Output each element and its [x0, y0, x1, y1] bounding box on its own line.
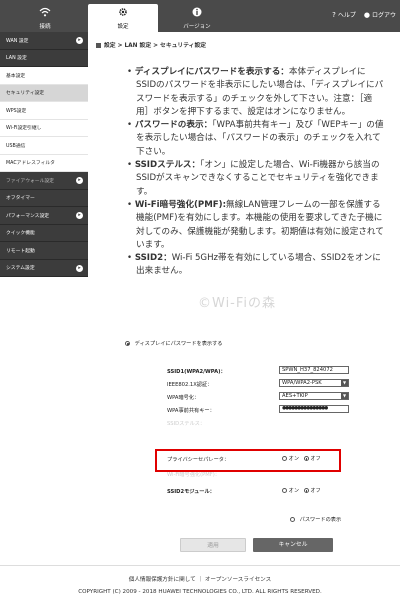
sidebar-item-quick[interactable]: クイック機能 — [0, 224, 88, 242]
sidebar-item-label: Wi-Fi設定引継し — [6, 126, 42, 132]
tab-connection[interactable]: 接続 — [10, 4, 80, 32]
show-password-row: パスワードの表示 — [290, 516, 341, 523]
nav-right: ? ヘルプ ● ログアウ — [332, 10, 396, 19]
display-password-row: ディスプレイにパスワードを表示する — [125, 340, 222, 347]
logout-link[interactable]: ● ログアウ — [364, 10, 396, 19]
ieee-label: IEEE802.1X認証： — [167, 382, 213, 388]
footer-copyright: COPYRIGHT (C) 2009 - 2018 HUAWEI TECHNOL… — [78, 589, 322, 595]
sidebar-item-label: WPS設定 — [6, 108, 27, 114]
sidebar-item-label: セキュリティ設定 — [6, 91, 45, 97]
ssid2-off-radio[interactable] — [303, 488, 309, 493]
tab-label: バージョン — [183, 24, 211, 30]
sidebar-item-label: USB通信 — [6, 143, 26, 149]
sidebar-item-label: システム設定 — [6, 266, 35, 272]
tab-settings[interactable]: 設定 — [88, 4, 158, 32]
display-password-checkbox[interactable] — [125, 341, 130, 346]
on-label: オン — [288, 488, 300, 494]
help-link[interactable]: ? ヘルプ — [332, 10, 356, 19]
sidebar-item-basic[interactable]: 基本設定 — [0, 67, 88, 85]
breadcrumb-text: 設定 > LAN 設定 > セキュリティ設定 — [104, 43, 207, 49]
sidebar-item-label: LAN 設定 — [6, 56, 27, 62]
explain-item: • SSID2：Wi-Fi 5GHz帯を有効にしている場合、SSID2をオンに出… — [127, 253, 381, 277]
ieee-select[interactable]: WPA/WPA2-PSK ▼ — [279, 379, 349, 387]
info-icon — [162, 7, 232, 20]
sidebar-item-security[interactable]: セキュリティ設定 — [0, 84, 88, 102]
sidebar-item-label: パフォーマンス設定 — [6, 213, 50, 219]
off-label: オフ — [310, 488, 321, 494]
sidebar-item-label: ファイアウォール設定 — [6, 178, 54, 184]
wpa-key-input[interactable]: ●●●●●●●●●●●●●●● — [279, 405, 349, 413]
ssid1-input[interactable]: SPWN_H37_824072 — [279, 366, 349, 374]
sidebar-item-label: クイック機能 — [6, 231, 35, 237]
wpa-enc-select[interactable]: AES+TKIP ▼ — [279, 392, 349, 400]
sidebar-item-wan[interactable]: WAN 設定 ▸ — [0, 32, 88, 50]
help-label: ヘルプ — [337, 12, 356, 19]
explain-head: ディスプレイにパスワードを表示する： — [134, 67, 289, 77]
sidebar-item-wps[interactable]: WPS設定 — [0, 102, 88, 120]
highlight-box — [155, 449, 341, 472]
wifi-pmf-label: Wi-Fi暗号強化(PMF)： — [167, 472, 220, 478]
top-nav: 接続 設定 バージョン ? ヘルプ ● ログアウ — [0, 0, 400, 32]
sidebar-item-off-timer[interactable]: オフタイマー — [0, 189, 88, 207]
wpa-key-label: WPA事前共有キー： — [167, 408, 215, 414]
gear-icon — [88, 7, 158, 20]
tab-version[interactable]: バージョン — [162, 4, 232, 32]
explain-item: • Wi-Fi暗号強化(PMF):無線LAN管理フレームの一部を保護する機能(P… — [127, 199, 384, 250]
apply-button[interactable]: 適用 — [180, 538, 246, 552]
ssid2-label: SSID2モジュール： — [167, 489, 215, 495]
chevron-right-icon: ▸ — [76, 37, 83, 44]
footer-links[interactable]: 個人情報保護方針に関して ｜ オープンソースライセンス — [0, 575, 400, 583]
ieee-value: WPA/WPA2-PSK — [282, 380, 322, 386]
explain-body: Wi-Fi 5GHz帯を有効にしている場合、SSID2をオンに出来ません。 — [136, 253, 381, 277]
square-bullet-icon — [96, 43, 101, 48]
breadcrumb: 設定 > LAN 設定 > セキュリティ設定 — [96, 40, 206, 49]
ssid1-label: SSID1(WPA2/WPA)： — [167, 369, 226, 375]
chevron-right-icon: ▸ — [76, 177, 83, 184]
show-password-checkbox[interactable] — [290, 517, 295, 522]
sidebar-item-lan[interactable]: LAN 設定 — [0, 49, 88, 67]
ssid2-on-radio[interactable] — [282, 488, 287, 493]
sidebar-item-label: 基本設定 — [6, 73, 26, 79]
ssid-stealth-label: SSIDステルス： — [167, 421, 206, 427]
logout-label: ログアウ — [371, 12, 396, 19]
sidebar-item-usb[interactable]: USB通信 — [0, 137, 88, 155]
user-icon: ● — [363, 11, 370, 19]
wpa-enc-label: WPA暗号化： — [167, 395, 200, 401]
explanation-text: • ディスプレイにパスワードを表示する：本体ディスプレイにSSIDのパスワードを… — [127, 66, 384, 279]
chevron-right-icon: ▸ — [76, 212, 83, 219]
ssid2-radios: オン オフ — [282, 487, 321, 494]
help-icon: ? — [332, 11, 336, 19]
sidebar: WAN 設定 ▸ LAN 設定 基本設定 セキュリティ設定 WPS設定 Wi-Fi… — [0, 32, 88, 317]
display-password-label: ディスプレイにパスワードを表示する — [134, 341, 223, 347]
cancel-button[interactable]: キャンセル — [253, 538, 333, 552]
wpa-enc-value: AES+TKIP — [282, 393, 308, 399]
show-password-label: パスワードの表示 — [299, 517, 342, 523]
sidebar-item-label: MACアドレスフィルタ — [6, 161, 55, 167]
footer-divider — [0, 565, 400, 566]
sidebar-item-firewall[interactable]: ファイアウォール設定 ▸ — [0, 172, 88, 190]
tab-label: 接続 — [39, 24, 51, 30]
sidebar-item-remote-wake[interactable]: リモート起動 — [0, 242, 88, 260]
explain-head: SSIDステルス： — [134, 160, 201, 171]
sidebar-item-performance[interactable]: パフォーマンス設定 ▸ — [0, 207, 88, 225]
tab-label: 設定 — [117, 24, 129, 30]
wifi-icon — [10, 7, 80, 20]
sidebar-item-label: オフタイマー — [6, 196, 35, 202]
chevron-right-icon: ▸ — [76, 264, 83, 272]
sidebar-item-wifi-transfer[interactable]: Wi-Fi設定引継し — [0, 119, 88, 137]
sidebar-item-label: リモート起動 — [6, 248, 35, 254]
chevron-down-icon: ▼ — [341, 393, 348, 399]
explain-head: Wi-Fi暗号強化(PMF): — [134, 199, 227, 210]
chevron-down-icon: ▼ — [341, 380, 348, 386]
watermark: ©Wi-Fiの森 — [198, 296, 277, 311]
sidebar-item-mac-filter[interactable]: MACアドレスフィルタ — [0, 154, 88, 172]
explain-head: SSID2： — [134, 253, 172, 264]
explain-item: • パスワードの表示：「WPA事前共有キー」及び「WEPキー」の値を表示したい場… — [127, 120, 384, 157]
explain-item: • ディスプレイにパスワードを表示する：本体ディスプレイにSSIDのパスワードを… — [127, 67, 384, 117]
sidebar-item-label: WAN 設定 — [6, 38, 29, 44]
explain-item: • SSIDステルス：「オン」に設定した場合、Wi-Fi機器から該当のSSIDが… — [127, 160, 380, 197]
sidebar-item-system[interactable]: システム設定 ▸ — [0, 259, 88, 277]
explain-head: パスワードの表示： — [134, 120, 213, 131]
